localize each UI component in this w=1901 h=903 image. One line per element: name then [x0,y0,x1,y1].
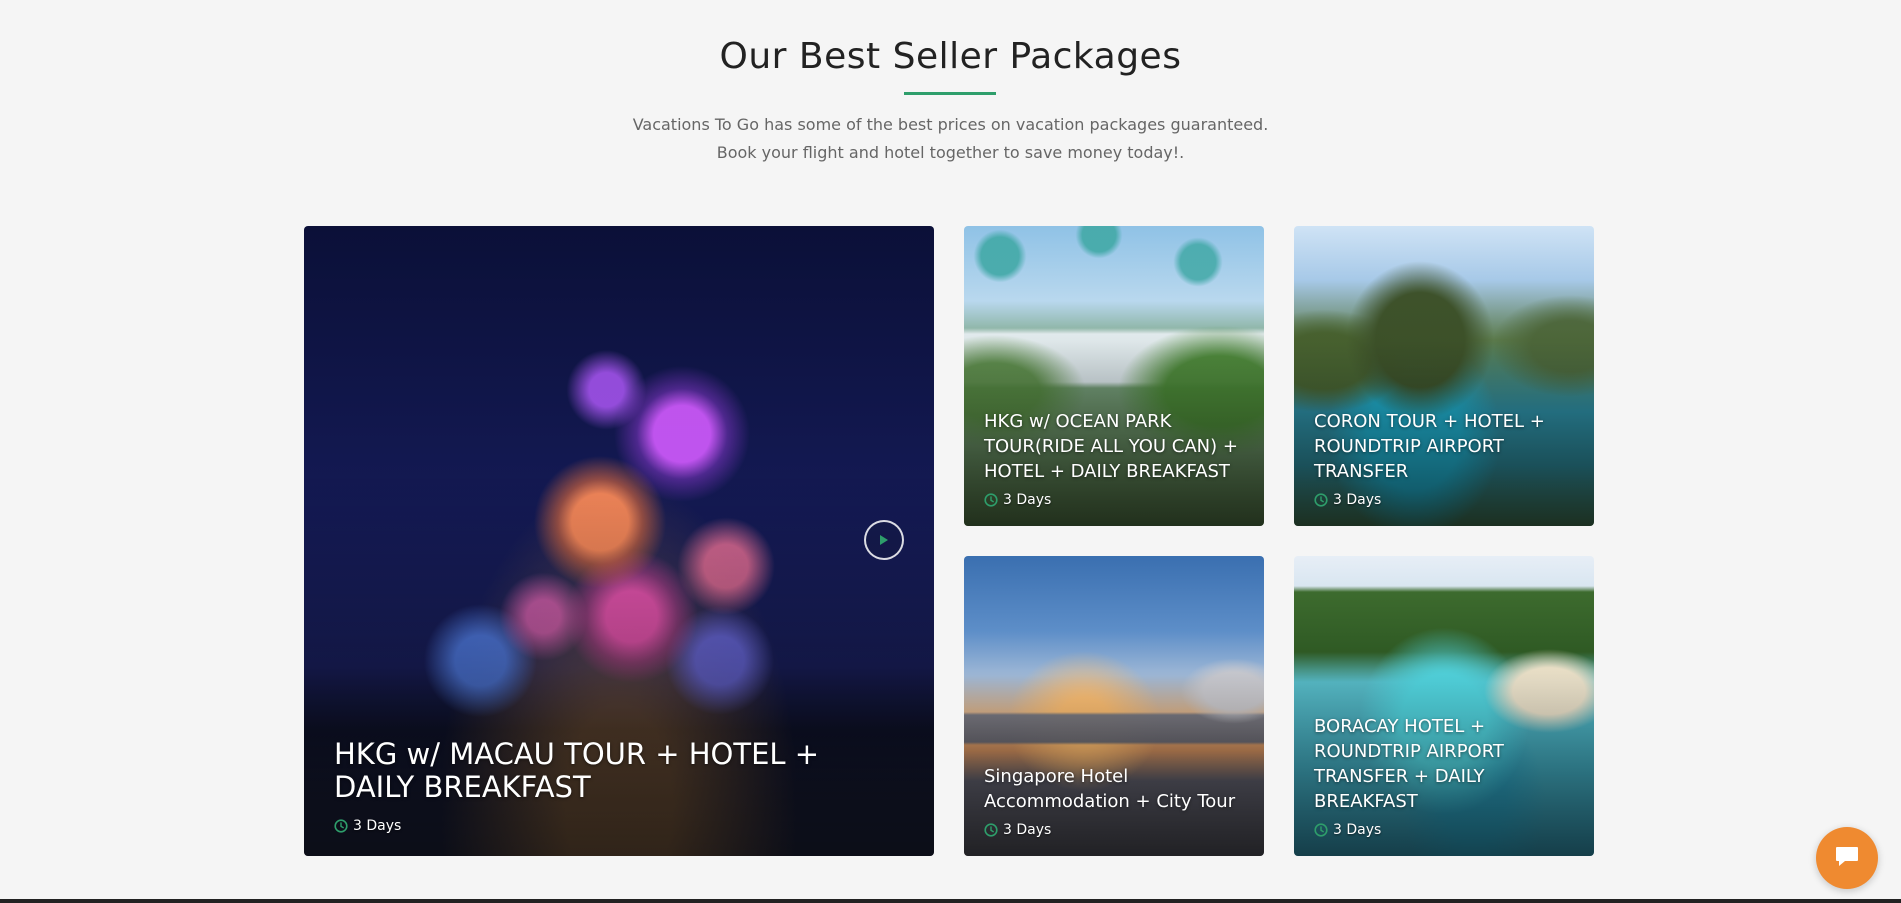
duration-row: 3 Days [1314,822,1574,838]
duration-row: 3 Days [334,818,894,834]
package-title[interactable]: Singapore Hotel Accommodation + City Tou… [984,764,1244,814]
duration-label: 3 Days [1333,822,1382,838]
card-body: HKG w/ OCEAN PARK TOUR(RIDE ALL YOU CAN)… [984,409,1244,508]
duration-row: 3 Days [984,822,1244,838]
duration-label: 3 Days [353,818,402,834]
duration-row: 3 Days [984,492,1244,508]
subtitle-line-2: Book your flight and hotel together to s… [716,143,1185,162]
package-card-ocean-park[interactable]: HKG w/ OCEAN PARK TOUR(RIDE ALL YOU CAN)… [964,226,1264,526]
duration-label: 3 Days [1003,492,1052,508]
subtitle-line-1: Vacations To Go has some of the best pri… [632,115,1269,134]
clock-icon [1314,823,1328,837]
bottom-border [0,899,1901,903]
section-subtitle: Vacations To Go has some of the best pri… [0,111,1901,167]
card-body: Singapore Hotel Accommodation + City Tou… [984,764,1244,838]
card-body: HKG w/ MACAU TOUR + HOTEL + DAILY BREAKF… [334,738,894,835]
chat-button[interactable] [1816,827,1878,889]
duration-label: 3 Days [1333,492,1382,508]
package-card-singapore[interactable]: Singapore Hotel Accommodation + City Tou… [964,556,1264,856]
best-seller-section: Our Best Seller Packages Vacations To Go… [0,0,1901,903]
card-body: BORACAY HOTEL + ROUNDTRIP AIRPORT TRANSF… [1314,714,1574,838]
section-title: Our Best Seller Packages [719,36,1182,77]
clock-icon [984,823,998,837]
package-title[interactable]: CORON TOUR + HOTEL + ROUNDTRIP AIRPORT T… [1314,409,1574,484]
play-icon [879,531,889,550]
package-card-coron[interactable]: CORON TOUR + HOTEL + ROUNDTRIP AIRPORT T… [1294,226,1594,526]
clock-icon [1314,493,1328,507]
chat-bubble-icon [1834,844,1860,872]
card-body: CORON TOUR + HOTEL + ROUNDTRIP AIRPORT T… [1314,409,1574,508]
package-title[interactable]: HKG w/ OCEAN PARK TOUR(RIDE ALL YOU CAN)… [984,409,1244,484]
clock-icon [984,493,998,507]
package-title[interactable]: HKG w/ MACAU TOUR + HOTEL + DAILY BREAKF… [334,738,894,804]
duration-row: 3 Days [1314,492,1574,508]
duration-label: 3 Days [1003,822,1052,838]
play-video-button[interactable] [864,520,904,560]
package-card-boracay[interactable]: BORACAY HOTEL + ROUNDTRIP AIRPORT TRANSF… [1294,556,1594,856]
package-title[interactable]: BORACAY HOTEL + ROUNDTRIP AIRPORT TRANSF… [1314,714,1574,814]
package-card-macau[interactable]: HKG w/ MACAU TOUR + HOTEL + DAILY BREAKF… [304,226,934,856]
title-underline [904,92,996,95]
clock-icon [334,819,348,833]
